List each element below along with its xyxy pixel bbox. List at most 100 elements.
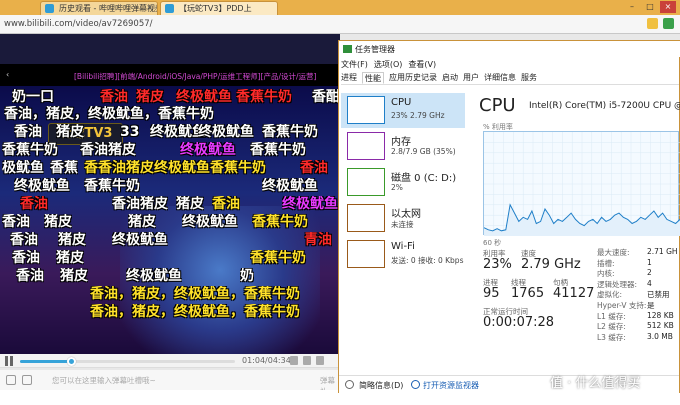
task-manager-icon bbox=[343, 45, 352, 53]
progress-knob[interactable] bbox=[66, 357, 76, 366]
star-icon[interactable] bbox=[647, 18, 658, 29]
minimize-icon[interactable]: – bbox=[624, 1, 640, 13]
danmaku-comment: 香蕉 bbox=[50, 160, 78, 176]
danmaku-comment: 猪皮 bbox=[128, 214, 156, 230]
stat-speed: 2.79 GHz bbox=[521, 257, 581, 272]
danmaku-comment: 香油 bbox=[16, 268, 44, 284]
resource-name: 内存 bbox=[391, 137, 411, 148]
cpu-usage-graph bbox=[483, 131, 680, 236]
stat-handles: 41127 bbox=[553, 286, 595, 301]
resource-value: 2% bbox=[391, 183, 403, 192]
danmaku-comment: 香香油猪皮终极鱿鱼香蕉牛奶 bbox=[84, 160, 266, 176]
danmaku-comment: 青油 bbox=[304, 232, 332, 248]
maximize-icon[interactable]: □ bbox=[642, 1, 658, 13]
danmaku-comment: 猪皮 bbox=[44, 214, 72, 230]
resource-name: 磁盘 0 (C: D:) bbox=[391, 173, 457, 184]
volume-icon[interactable] bbox=[290, 356, 298, 365]
danmaku-comment: 终极鱿鱼 bbox=[282, 196, 338, 212]
shield-icon[interactable] bbox=[663, 18, 674, 29]
menu-view[interactable]: 查看(V) bbox=[408, 59, 436, 70]
danmaku-comment: 香油 bbox=[300, 160, 328, 176]
danmaku-comment: 香蕉牛奶 bbox=[2, 142, 58, 158]
tab-processes[interactable]: 进程 bbox=[341, 72, 357, 84]
chevron-up-icon[interactable] bbox=[345, 380, 354, 389]
ethernet-thumbnail bbox=[347, 204, 385, 232]
player-controls: 01:04/04:34 bbox=[0, 354, 340, 368]
progress-bar[interactable] bbox=[20, 357, 235, 366]
memory-thumbnail bbox=[347, 132, 385, 160]
resource-name: CPU bbox=[391, 97, 412, 108]
stat-uptime: 0:00:07:28 bbox=[483, 315, 555, 330]
spec-label: 插槽: bbox=[597, 258, 615, 268]
danmaku-comment: 终极鱿鱼 bbox=[198, 124, 254, 140]
danmaku-comment: 终极鱿鱼 bbox=[182, 214, 238, 230]
danmaku-comment: 猪皮 bbox=[60, 268, 88, 284]
spec-value: 2 bbox=[647, 268, 652, 278]
menu-file[interactable]: 文件(F) bbox=[341, 59, 368, 70]
tab-history[interactable]: 历史观看 - 哔哩哔哩弹幕视频 × bbox=[40, 1, 158, 15]
danmaku-comment: 终极鱿鱼 bbox=[176, 89, 232, 105]
close-window-icon[interactable]: × bbox=[660, 1, 676, 13]
fewer-details-link[interactable]: 简略信息(D) bbox=[359, 380, 403, 391]
stat-processes: 95 bbox=[483, 286, 500, 301]
control-icons bbox=[290, 356, 324, 365]
danmaku-comment: 香油 bbox=[2, 214, 30, 230]
tab-startup[interactable]: 启动 bbox=[442, 72, 458, 84]
tab-services[interactable]: 服务 bbox=[521, 72, 537, 84]
playback-time: 01:04/04:34 bbox=[242, 356, 291, 365]
resource-name: 以太网 bbox=[391, 209, 421, 220]
back-icon[interactable]: ‹ bbox=[6, 70, 9, 79]
tab-label: 历史观看 - 哔哩哔哩弹幕视频 bbox=[59, 4, 158, 13]
danmaku-input[interactable]: 您可以在这里输入弹幕吐槽哦~ bbox=[52, 375, 156, 386]
cpu-model: Intel(R) Core(TM) i5-7200U CPU @ bbox=[529, 101, 680, 111]
danmaku-style-icon[interactable] bbox=[22, 375, 32, 385]
resource-value: 未连接 bbox=[391, 220, 414, 229]
cpu-usage-chart bbox=[484, 132, 680, 236]
fullscreen-icon[interactable] bbox=[316, 356, 324, 365]
addr-toolbar bbox=[647, 18, 674, 29]
spec-value: 512 KB bbox=[647, 321, 674, 331]
spec-label: 虚拟化: bbox=[597, 290, 623, 300]
danmaku-comment: 猪皮 bbox=[176, 196, 204, 212]
tab-performance[interactable]: 性能 bbox=[362, 72, 384, 84]
resource-ethernet[interactable]: 以太网 未连接 bbox=[341, 201, 465, 236]
disk-thumbnail bbox=[347, 168, 385, 196]
danmaku-comment: 香油 bbox=[12, 250, 40, 266]
tab-video[interactable]: 【玩蛇TV3】PDD上 bbox=[160, 1, 278, 15]
resource-cpu[interactable]: CPU 23% 2.79 GHz bbox=[341, 93, 465, 128]
menu-options[interactable]: 选项(O) bbox=[374, 59, 403, 70]
danmaku-comment: 香油 bbox=[20, 196, 48, 212]
url-field[interactable]: www.bilibili.com/video/av7269057/ bbox=[4, 18, 153, 31]
danmaku-comment: 33 bbox=[120, 124, 140, 140]
bilibili-icon bbox=[165, 4, 174, 13]
resource-monitor-icon bbox=[411, 380, 420, 389]
spec-label: Hyper-V 支持: bbox=[597, 301, 647, 310]
window-controls: – □ × bbox=[624, 1, 676, 13]
resource-value: 23% 2.79 GHz bbox=[391, 111, 445, 120]
tab-label: 【玩蛇TV3】PDD上 bbox=[179, 4, 252, 13]
resource-wifi[interactable]: Wi-Fi 发送: 0 接收: 0 Kbps bbox=[341, 237, 465, 272]
danmaku-comment: 香油，猪皮，终极鱿鱼，香蕉牛奶 bbox=[90, 286, 300, 302]
open-resource-monitor-link[interactable]: 打开资源监视器 bbox=[423, 380, 479, 391]
resource-value: 发送: 0 接收: 0 Kbps bbox=[391, 256, 464, 265]
settings-icon[interactable] bbox=[303, 356, 311, 365]
pause-icon[interactable] bbox=[5, 356, 13, 366]
video-banner-title[interactable]: [Bilibili招聘][前端/Android/iOS/Java/PHP/运维工… bbox=[74, 71, 316, 82]
close-icon[interactable]: × bbox=[146, 3, 153, 12]
danmaku-comment: 香油猪皮 bbox=[112, 196, 168, 212]
resource-disk[interactable]: 磁盘 0 (C: D:) 2% bbox=[341, 165, 465, 200]
spec-value: 2.71 GH bbox=[647, 247, 678, 256]
stat-threads: 1765 bbox=[511, 286, 545, 301]
resource-memory[interactable]: 内存 2.8/7.9 GB (35%) bbox=[341, 129, 465, 164]
spec-label: L2 缓存: bbox=[597, 322, 626, 332]
tab-users[interactable]: 用户 bbox=[463, 72, 479, 84]
danmaku-comment: 猪皮 bbox=[56, 250, 84, 266]
tab-app-history[interactable]: 应用历史记录 bbox=[389, 72, 437, 84]
danmaku-comment: 猪皮 bbox=[56, 124, 84, 140]
browser-tabbar: 历史观看 - 哔哩哔哩弹幕视频 × 【玩蛇TV3】PDD上 – □ × bbox=[0, 0, 680, 15]
tab-details[interactable]: 详细信息 bbox=[484, 72, 516, 84]
danmaku-comment: 终极鱿鱼 bbox=[180, 142, 236, 158]
danmaku-comment: 极鱿鱼 bbox=[2, 160, 44, 176]
danmaku-comment: 香蕉牛奶 bbox=[236, 89, 292, 105]
danmaku-toggle-icon[interactable] bbox=[6, 375, 16, 385]
